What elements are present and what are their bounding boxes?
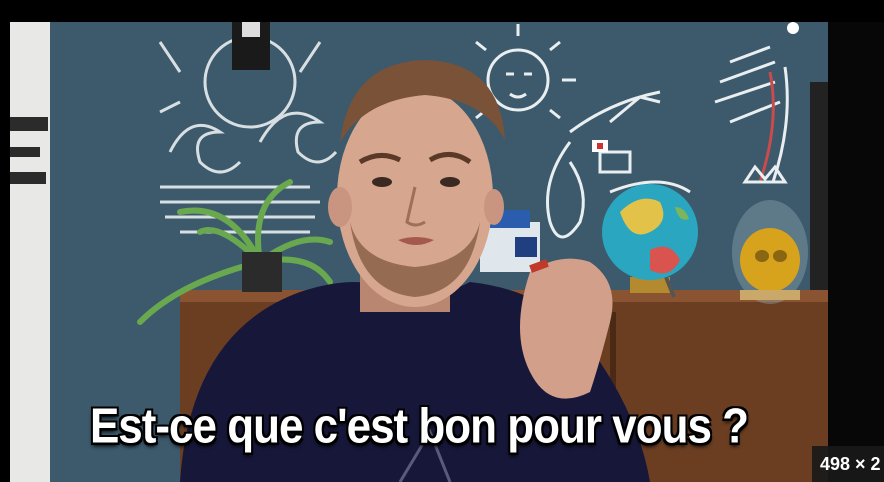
golden-skull [732, 200, 808, 304]
ear [328, 187, 352, 227]
left-shelf-item [10, 117, 48, 131]
video-frame[interactable]: Est-ce que c'est bon pour vous ? [10, 22, 828, 482]
subtitle-caption: Est-ce que c'est bon pour vous ? [89, 399, 749, 454]
top-black-bar [0, 0, 884, 22]
left-shelf-item [10, 172, 46, 184]
eye [372, 177, 392, 187]
eye [440, 177, 460, 187]
image-size-badge: 498 × 2 [812, 446, 884, 482]
ear [484, 189, 504, 225]
left-shelf-item [10, 147, 40, 157]
right-black-bar [828, 22, 884, 482]
plant-pot [242, 252, 282, 292]
right-wall-shadow [810, 82, 828, 322]
dial [787, 22, 799, 34]
